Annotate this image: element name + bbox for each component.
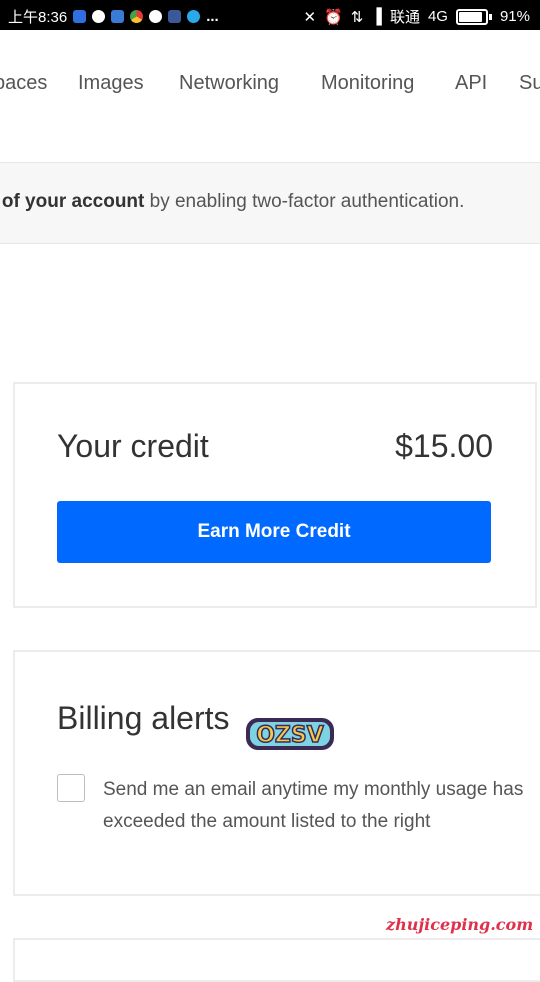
- ozsv-watermark-logo: OZSV: [246, 718, 334, 750]
- billing-alert-description: Send me an email anytime my monthly usag…: [103, 779, 524, 832]
- battery-icon: [455, 8, 488, 25]
- next-card: [13, 938, 540, 982]
- svg-text:OZSV: OZSV: [256, 723, 324, 748]
- network-type: 4G: [427, 8, 448, 25]
- nav-item-monitoring[interactable]: Monitoring: [321, 72, 414, 95]
- chrome-icon: [130, 10, 144, 23]
- billing-alerts-title: Billing alerts: [57, 700, 230, 736]
- shield-app-icon: [73, 10, 87, 23]
- data-transfer-icon: ⇅: [350, 8, 364, 26]
- more-notifications-icon: ...: [206, 8, 219, 25]
- battery-tip: [488, 13, 492, 20]
- carrier-label: 联通: [389, 9, 420, 26]
- nav-item-api[interactable]: API: [455, 72, 487, 95]
- battery-level: 91%: [499, 8, 530, 25]
- browser-icon: [149, 10, 163, 23]
- wechat-icon: [92, 10, 106, 23]
- mute-icon: ✕: [303, 8, 317, 26]
- credit-card: Your credit $15.00 Earn More Credit: [13, 382, 537, 608]
- banner-bold-text: y of your account: [0, 191, 145, 212]
- earn-more-credit-button[interactable]: Earn More Credit: [57, 501, 491, 563]
- site-watermark: zhujiceping.com: [386, 915, 534, 934]
- status-bar: 上午8:36 ... ✕ ⏰ ⇅ ▐ 联通 4G 91%: [0, 0, 540, 30]
- banner-text: y of your account by enabling two-factor…: [0, 191, 464, 213]
- signal-icon: ▐: [371, 8, 382, 25]
- two-factor-banner: y of your account by enabling two-factor…: [0, 162, 540, 244]
- nav-item-spaces[interactable]: paces: [0, 72, 47, 95]
- status-time: 上午8:36: [8, 9, 68, 26]
- alarm-icon: ⏰: [324, 8, 343, 26]
- facebook-icon: [168, 10, 182, 23]
- nav-item-images[interactable]: Images: [78, 72, 144, 95]
- credit-label: Your credit: [57, 428, 209, 464]
- app-icon: [111, 10, 125, 23]
- nav-item-networking[interactable]: Networking: [179, 72, 279, 95]
- billing-alerts-card: Billing alerts Send me an email anytime …: [13, 650, 540, 896]
- telegram-icon: [187, 10, 201, 23]
- nav-item-support[interactable]: Su: [519, 72, 540, 95]
- billing-alert-checkbox[interactable]: [57, 774, 85, 802]
- credit-amount: $15.00: [395, 428, 493, 464]
- top-navigation: paces Images Networking Monitoring API S…: [0, 30, 540, 130]
- banner-rest-text: by enabling two-factor authentication.: [144, 191, 465, 212]
